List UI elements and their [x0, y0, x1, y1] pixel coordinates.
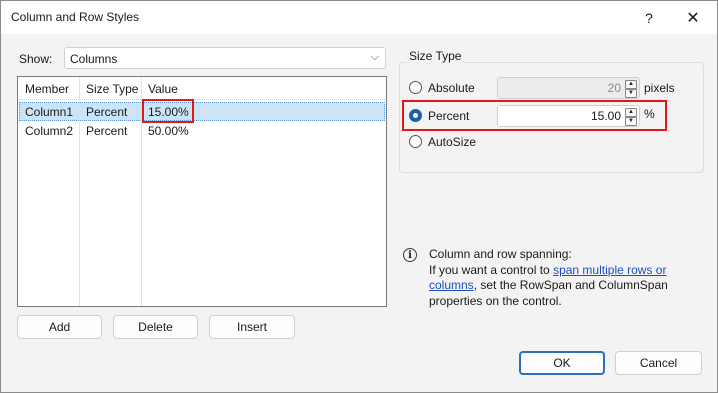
row2-size-type[interactable]: Percent — [86, 124, 127, 138]
close-button[interactable]: ✕ — [671, 1, 715, 34]
delete-button[interactable]: Delete — [113, 315, 198, 339]
row2-value[interactable]: 50.00% — [148, 124, 189, 138]
row2-member[interactable]: Column2 — [25, 124, 73, 138]
header-value[interactable]: Value — [148, 82, 178, 96]
spanning-info: Column and row spanning: If you want a c… — [429, 247, 699, 309]
row1-size-type[interactable]: Percent — [86, 105, 127, 119]
table-row-selected[interactable] — [19, 102, 385, 121]
help-button[interactable]: ? — [627, 1, 671, 34]
add-button[interactable]: Add — [17, 315, 102, 339]
autosize-radio[interactable] — [409, 135, 422, 148]
title-bar: Column and Row Styles ? ✕ — [1, 1, 717, 34]
header-size-type[interactable]: Size Type — [86, 82, 138, 96]
info-icon: i — [403, 248, 417, 262]
grid-header — [18, 77, 386, 100]
absolute-pixels-spinner: 20 ▲ ▼ — [497, 77, 640, 99]
header-member[interactable]: Member — [25, 82, 69, 96]
chevron-down-icon: ⌵ — [370, 51, 379, 63]
absolute-value: 20 — [607, 81, 621, 95]
spanning-info-body: If you want a control to span multiple r… — [429, 263, 699, 310]
spinner-arrows: ▲ ▼ — [625, 80, 637, 98]
spin-down-icon[interactable]: ▼ — [625, 117, 637, 126]
autosize-label[interactable]: AutoSize — [428, 135, 476, 149]
spin-down-icon: ▼ — [625, 89, 637, 98]
absolute-label[interactable]: Absolute — [428, 81, 475, 95]
percent-radio[interactable] — [409, 109, 422, 122]
cancel-button[interactable]: Cancel — [615, 351, 702, 375]
spanning-info-title: Column and row spanning: — [429, 247, 572, 261]
show-dropdown[interactable]: Columns ⌵ — [64, 47, 386, 69]
percent-spinner[interactable]: 15.00 ▲ ▼ — [497, 105, 640, 127]
row1-member[interactable]: Column1 — [25, 105, 73, 119]
size-type-label: Size Type — [407, 49, 464, 63]
absolute-radio[interactable] — [409, 81, 422, 94]
percent-unit-label: % — [644, 107, 655, 121]
show-dropdown-value: Columns — [70, 52, 118, 66]
percent-label[interactable]: Percent — [428, 109, 469, 123]
spin-up-icon: ▲ — [625, 80, 637, 89]
percent-value[interactable]: 15.00 — [591, 109, 621, 123]
dialog-window: Column and Row Styles ? ✕ Show: Columns … — [0, 0, 718, 393]
styles-grid[interactable]: Member Size Type Value Column1 Percent 1… — [17, 76, 387, 307]
close-icon: ✕ — [686, 9, 700, 27]
value-highlight-box — [142, 99, 194, 123]
info-text-before: If you want a control to — [429, 262, 554, 277]
show-label: Show: — [19, 52, 53, 66]
dialog-title: Column and Row Styles — [11, 10, 140, 24]
insert-button[interactable]: Insert — [209, 315, 295, 339]
pixels-unit-label: pixels — [644, 81, 675, 95]
spin-up-icon[interactable]: ▲ — [625, 108, 637, 117]
ok-button[interactable]: OK — [519, 351, 605, 375]
spinner-arrows[interactable]: ▲ ▼ — [625, 108, 637, 126]
help-icon: ? — [645, 9, 653, 26]
